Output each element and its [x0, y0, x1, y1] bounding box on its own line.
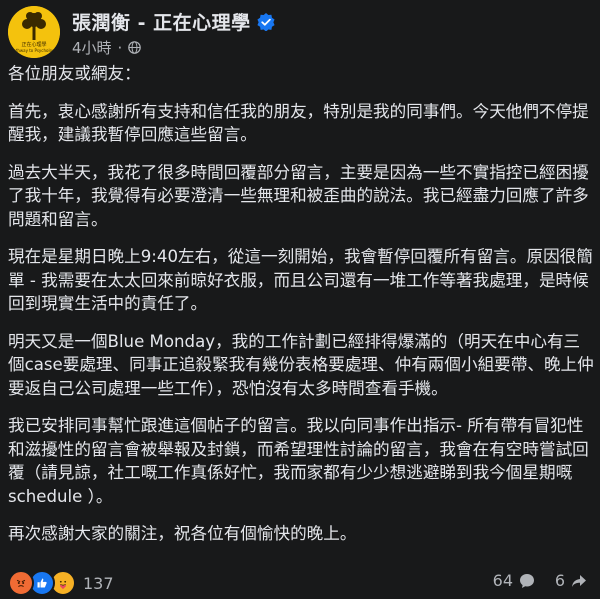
post-footer: 137 64 6 — [8, 566, 592, 596]
post-paragraph: 我已安排同事幫忙跟進這個帖子的留言。我以向同事作出指示- 所有帶有冒犯性和滋擾性… — [8, 416, 589, 506]
post-paragraph: 明天又是一個Blue Monday，我的工作計劃已經排得爆滿的（明天在中心有三個… — [8, 331, 594, 398]
comment-count: 64 — [492, 571, 513, 590]
post-paragraph: 過去大半天，我花了很多時間回覆部分留言，主要是因為一些不實指控已經困擾了我十年，… — [8, 162, 589, 229]
post-paragraph: 現在是星期日晚上9:40左右，從這一刻開始，我會暫停回覆所有留言。原因很簡單 -… — [8, 247, 593, 313]
reactions-summary[interactable]: 137 — [8, 570, 114, 596]
share-icon — [572, 574, 586, 587]
post-body: 各位朋友或網友： 首先，衷心感謝所有支持和信任我的朋友，特別是我的同事們。今天他… — [8, 62, 596, 560]
post-timestamp[interactable]: 4小時 — [72, 37, 112, 58]
post-header: 正在心理學 Pathway to Psychology 張潤衡 - 正在心理學 … — [8, 6, 592, 58]
post-paragraph: 再次感謝大家的關注，祝各位有個愉快的晚上。 — [8, 524, 357, 543]
verified-badge-icon — [257, 12, 275, 31]
name-row: 張潤衡 - 正在心理學 — [72, 8, 275, 35]
share-count: 6 — [554, 571, 565, 590]
reaction-count[interactable]: 137 — [83, 574, 114, 593]
post-paragraph: 首先，衷心感謝所有支持和信任我的朋友，特別是我的同事們。今天他們不停提醒我，建議… — [8, 101, 589, 145]
comment-icon — [520, 573, 534, 588]
avatar-subtext: Pathway to Psychology — [11, 48, 57, 53]
globe-icon[interactable] — [128, 41, 142, 54]
angry-icon — [8, 570, 34, 596]
page-avatar[interactable]: 正在心理學 Pathway to Psychology — [8, 6, 60, 58]
meta-separator: · — [117, 38, 123, 57]
page-name-link[interactable]: 張潤衡 - 正在心理學 — [72, 8, 251, 35]
comment-count-link[interactable]: 64 — [493, 571, 536, 590]
post-meta: 4小時 · — [72, 37, 142, 58]
post-paragraph: 各位朋友或網友： — [8, 64, 141, 83]
share-count-link[interactable]: 6 — [555, 571, 588, 590]
